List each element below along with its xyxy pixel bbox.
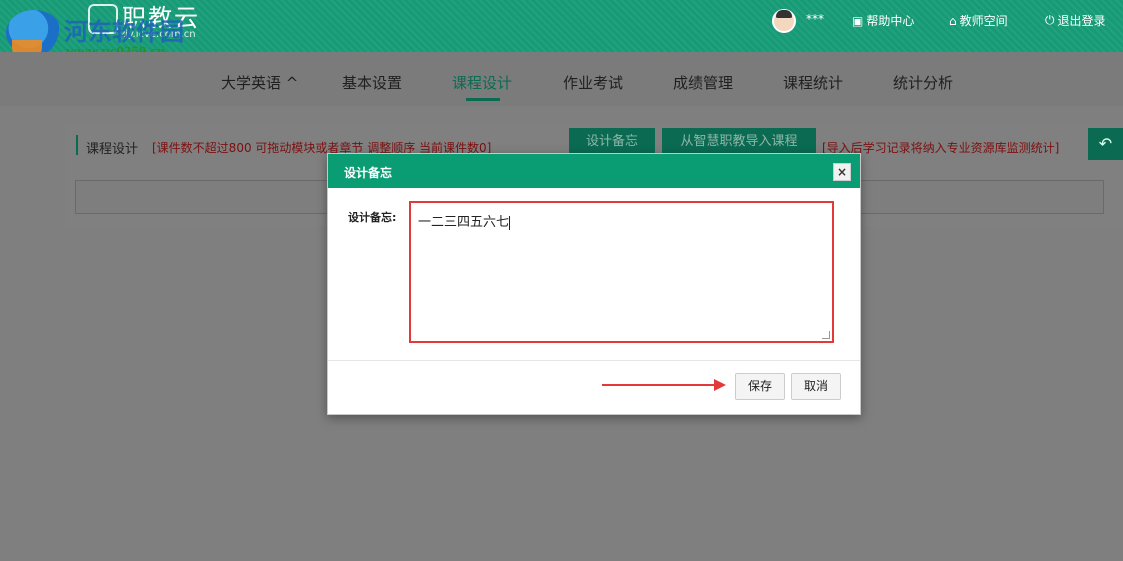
help-center-label: 帮助中心 [866, 14, 915, 28]
dialog-header: 设计备忘 × [328, 154, 860, 188]
save-button[interactable]: 保存 [735, 373, 785, 400]
user-name[interactable]: *** [806, 12, 824, 26]
watermark-text: 河东软件园 [64, 17, 184, 46]
help-document-icon: ▣ [852, 13, 864, 28]
text-caret [509, 215, 511, 230]
import-course-button[interactable]: 从智慧职教导入课程 [662, 128, 816, 156]
active-nav-underline [466, 98, 500, 101]
panel-title-accent [76, 135, 78, 155]
nav-homework-exams[interactable]: 作业考试 [563, 72, 623, 93]
close-icon[interactable]: × [833, 163, 851, 181]
top-header: 职教云 zjy.icve.com.cn 河东软件园 *** ▣ 帮助中心 ⌂ 教… [0, 0, 1123, 62]
design-memo-button[interactable]: 设计备忘 [569, 128, 655, 156]
nav-grade-management[interactable]: 成绩管理 [673, 72, 733, 93]
annotation-arrow-icon [714, 379, 726, 391]
nav-basic-settings[interactable]: 基本设置 [342, 72, 402, 93]
nav-course-statistics[interactable]: 课程统计 [783, 72, 843, 93]
panel-title: 课程设计 [86, 142, 139, 157]
memo-textarea[interactable]: 一二三四五六七 [409, 201, 834, 343]
teacher-space-link[interactable]: ⌂ 教师空间 [949, 12, 1008, 29]
help-center-link[interactable]: ▣ 帮助中心 [852, 12, 914, 29]
main-nav: 大学英语 ^ 基本设置 课程设计 作业考试 成绩管理 课程统计 统计分析 [0, 52, 1123, 106]
home-icon: ⌂ [949, 13, 957, 28]
nav-course-selector[interactable]: 大学英语 ^ [221, 72, 298, 93]
logout-link[interactable]: ⏻ 退出登录 [1045, 12, 1106, 29]
nav-statistical-analysis[interactable]: 统计分析 [893, 72, 953, 93]
logout-label: 退出登录 [1057, 14, 1106, 28]
design-memo-dialog: 设计备忘 × 设计备忘: 一二三四五六七 保存 取消 [327, 153, 861, 415]
resize-grip-icon[interactable] [822, 331, 830, 339]
teacher-space-label: 教师空间 [959, 14, 1008, 28]
back-button[interactable]: ↶ [1088, 128, 1123, 160]
back-arrow-icon: ↶ [1098, 134, 1113, 153]
memo-textarea-value: 一二三四五六七 [418, 215, 511, 230]
dialog-title: 设计备忘 [344, 166, 393, 180]
annotation-arrow-line [602, 384, 716, 386]
dialog-divider [328, 360, 860, 361]
memo-field-label: 设计备忘: [348, 211, 397, 224]
user-avatar[interactable] [772, 9, 796, 33]
cancel-button[interactable]: 取消 [791, 373, 841, 400]
power-icon: ⏻ [1045, 13, 1055, 27]
nav-course-design[interactable]: 课程设计 [452, 72, 512, 93]
